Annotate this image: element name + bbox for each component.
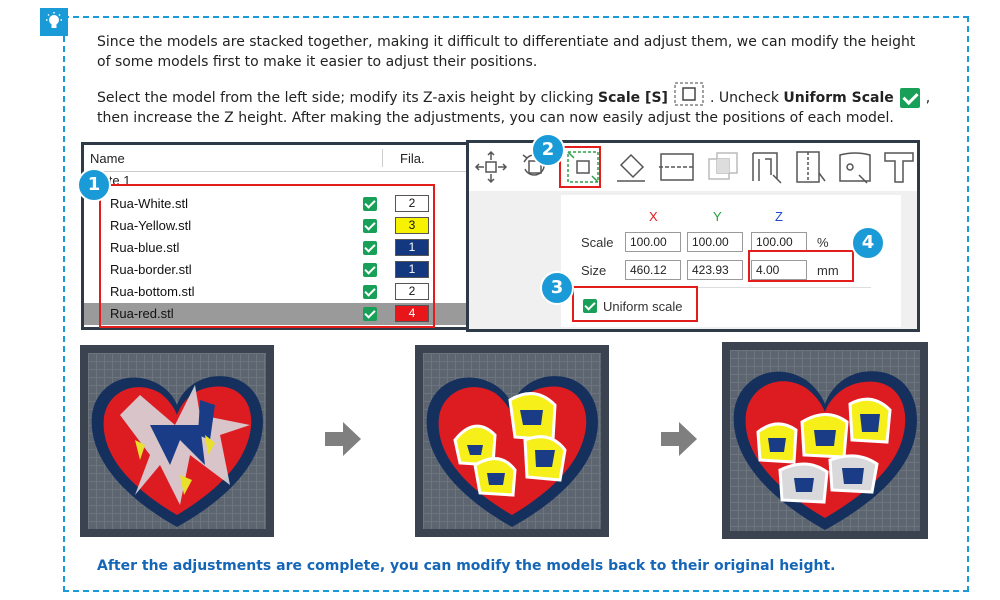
callout-4: 4 — [851, 226, 885, 260]
lay-on-face-icon[interactable] — [613, 149, 649, 185]
checkbox-icon — [899, 88, 920, 108]
scale-y-input[interactable]: 100.00 — [687, 232, 743, 252]
callout-1: 1 — [77, 168, 111, 202]
uniform-scale-label: Uniform Scale — [783, 90, 894, 106]
column-filament[interactable]: Fila. — [400, 151, 425, 166]
boolean-icon[interactable] — [705, 149, 741, 185]
callout-3: 3 — [540, 271, 574, 305]
seam-paint-icon[interactable] — [793, 149, 829, 185]
support-paint-icon[interactable] — [749, 149, 785, 185]
scale-tool-icon — [674, 82, 704, 106]
scale-shortcut-label: Scale [S] — [598, 90, 668, 106]
axis-y-label: Y — [713, 209, 722, 224]
move-icon[interactable] — [473, 149, 509, 185]
size-x-input[interactable]: 460.12 — [625, 260, 681, 280]
color-paint-icon[interactable] — [837, 149, 873, 185]
size-row-label: Size — [581, 263, 607, 278]
cut-icon[interactable] — [659, 149, 695, 185]
axis-z-label: Z — [775, 209, 783, 224]
footer-note: After the adjustments are complete, you … — [97, 558, 836, 574]
callout-2: 2 — [531, 133, 565, 167]
column-name[interactable]: Name — [90, 151, 125, 166]
scale-z-input[interactable]: 100.00 — [751, 232, 807, 252]
preview-stacked-models — [80, 345, 274, 537]
preview-arranged-models — [722, 342, 928, 539]
list-header: Name Fila. — [84, 145, 466, 172]
highlight-z-size — [748, 250, 854, 282]
lightbulb-icon — [40, 8, 68, 36]
highlight-scale-tool — [559, 146, 601, 188]
highlight-object-list — [99, 184, 435, 328]
size-y-input[interactable]: 423.93 — [687, 260, 743, 280]
text-icon[interactable] — [881, 149, 917, 185]
intro-text: Since the models are stacked together, m… — [97, 34, 916, 70]
arrow-right-icon-2 — [661, 422, 697, 456]
scale-x-input[interactable]: 100.00 — [625, 232, 681, 252]
instruction-line-2: then increase the Z height. After making… — [97, 110, 894, 126]
instruction-part3: , — [925, 90, 931, 106]
instruction-part2: . Uncheck — [709, 90, 784, 106]
instruction-line-1: Select the model from the left side; mod… — [97, 82, 957, 110]
highlight-uniform-scale — [572, 286, 698, 322]
axis-x-label: X — [649, 209, 658, 224]
instruction-part1: Select the model from the left side; mod… — [97, 90, 599, 106]
arrow-right-icon — [325, 422, 361, 456]
scale-row-label: Scale — [581, 235, 614, 250]
scale-unit: % — [817, 235, 829, 250]
preview-separated-models — [415, 345, 609, 537]
